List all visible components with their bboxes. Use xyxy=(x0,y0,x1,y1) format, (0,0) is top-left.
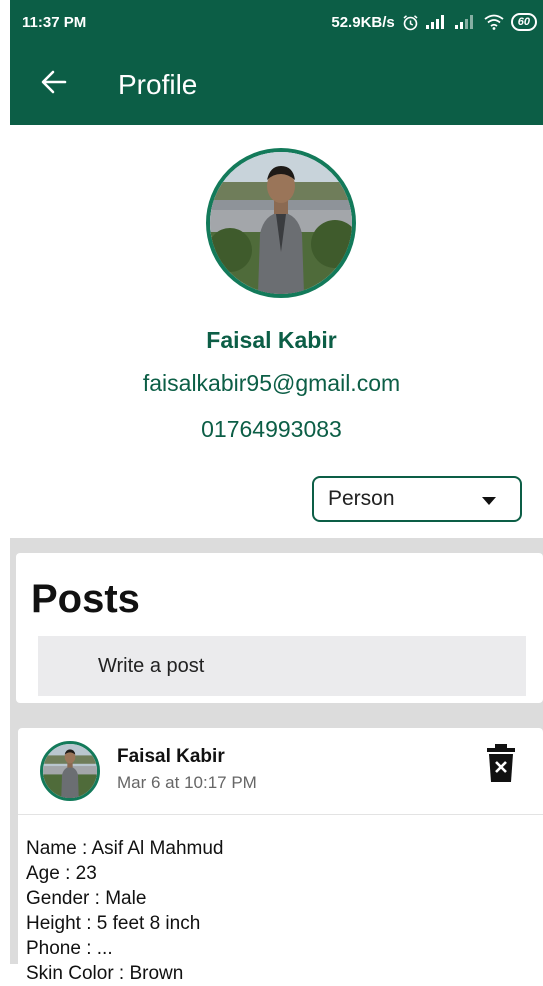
post-line: Age : 23 xyxy=(26,863,97,884)
page-title: Profile xyxy=(118,68,198,100)
post-line: Gender : Male xyxy=(26,888,147,909)
post-line: Name : Asif Al Mahmud xyxy=(26,838,224,859)
back-button[interactable] xyxy=(32,63,76,107)
signal-icon xyxy=(425,15,448,29)
profile-name: Faisal Kabir xyxy=(206,327,337,353)
person-type-dropdown[interactable]: Person xyxy=(312,476,522,522)
write-post-input[interactable]: Write a post xyxy=(38,636,526,696)
trash-icon xyxy=(485,744,517,786)
alarm-icon xyxy=(402,14,419,31)
profile-email: faisalkabir95@gmail.com xyxy=(142,370,401,396)
write-post-placeholder: Write a post xyxy=(98,654,205,677)
posts-card: Posts Write a post xyxy=(16,553,543,703)
app-bar: Profile xyxy=(10,44,543,125)
post-card: Faisal Kabir Mar 6 at 10:17 PM Name : As… xyxy=(18,728,543,984)
post-author-avatar[interactable] xyxy=(40,741,100,801)
battery-icon: 60 xyxy=(510,13,537,31)
profile-phone: 01764993083 xyxy=(201,416,342,442)
status-bar: 11:37 PM 52.9KB/s 60 xyxy=(10,0,543,44)
signal-icon-2 xyxy=(454,15,477,29)
post-line: Skin Color : Brown xyxy=(26,963,184,984)
profile-avatar[interactable] xyxy=(206,148,356,298)
dropdown-selected-value: Person xyxy=(328,487,395,510)
profile-photo xyxy=(210,152,352,294)
status-time: 11:37 PM xyxy=(22,13,87,31)
status-indicators: 52.9KB/s 60 xyxy=(331,13,537,31)
delete-post-button[interactable] xyxy=(485,744,517,782)
post-line: Phone : ... xyxy=(26,938,113,959)
post-author-photo xyxy=(43,744,97,798)
post-line: Height : 5 feet 8 inch xyxy=(26,913,201,934)
post-divider xyxy=(18,814,543,815)
wifi-icon xyxy=(484,14,504,30)
post-timestamp: Mar 6 at 10:17 PM xyxy=(117,773,257,792)
post-author-name[interactable]: Faisal Kabir xyxy=(117,746,225,768)
posts-heading: Posts xyxy=(31,577,140,621)
caret-down-icon xyxy=(482,487,496,511)
network-speed: 52.9KB/s xyxy=(331,13,395,31)
arrow-left-icon xyxy=(41,70,67,99)
battery-level: 60 xyxy=(517,16,530,28)
